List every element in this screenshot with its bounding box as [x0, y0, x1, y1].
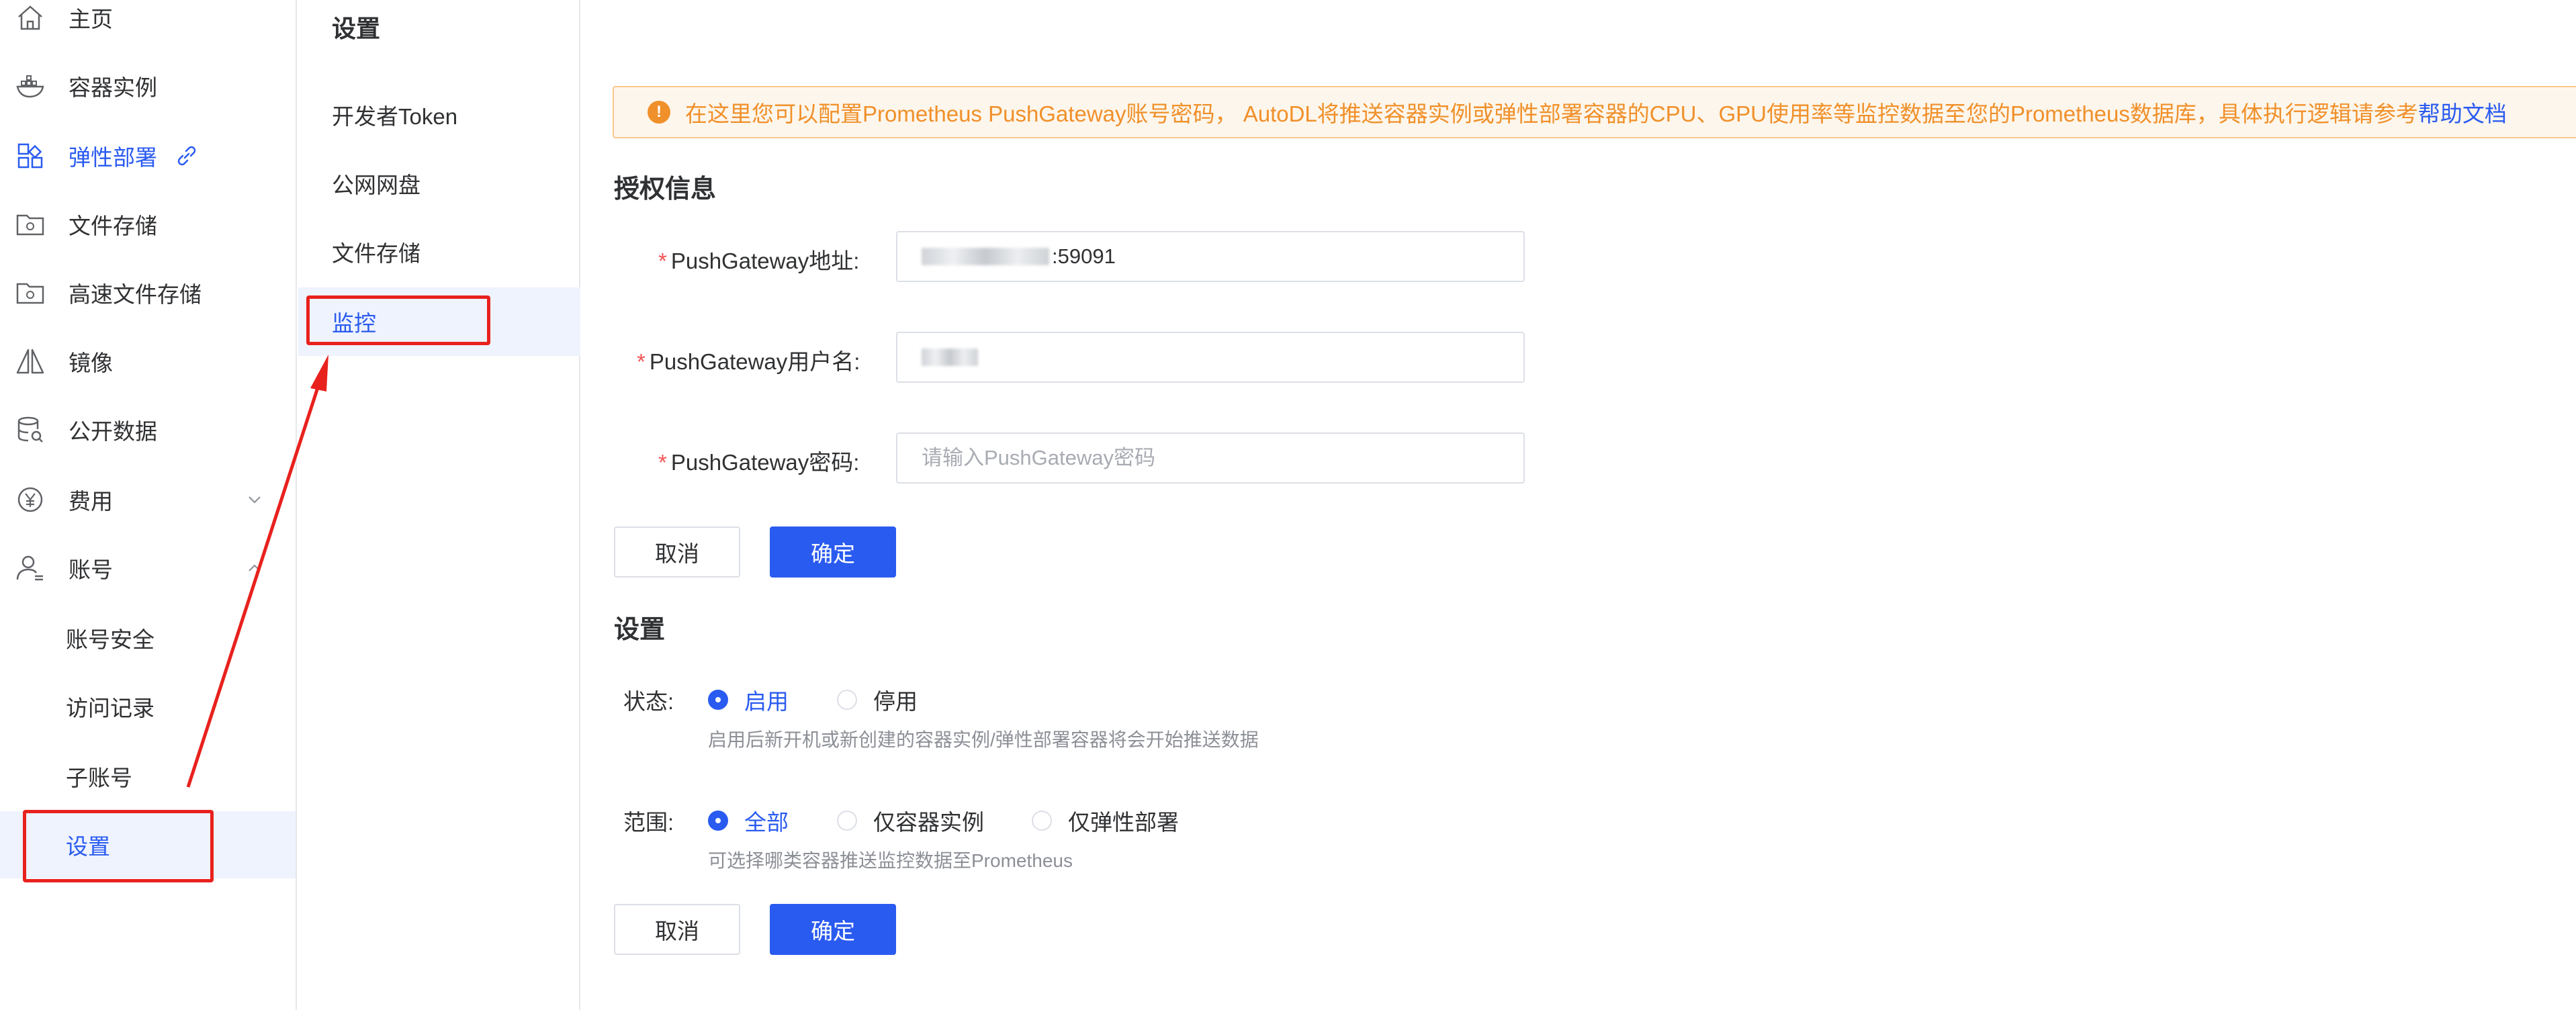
username-label: * PushGateway用户名:: [637, 349, 860, 374]
submenu-item-public-drive[interactable]: 公网网盘: [298, 149, 580, 218]
submenu-item-file-storage[interactable]: 文件存储: [298, 218, 580, 286]
link-icon[interactable]: [173, 142, 200, 169]
submenu-item-label: 文件存储: [332, 241, 420, 266]
sidebar-item-elastic-deploy[interactable]: 弹性部署: [0, 122, 296, 189]
chevron-down-icon: [249, 496, 261, 504]
home-icon: [13, 1, 47, 34]
sidebar-item-label: 公开数据: [69, 419, 157, 444]
status-disable-radio[interactable]: 停用: [837, 684, 918, 716]
sidebar-item-label: 容器实例: [69, 75, 157, 100]
auth-section-title: 授权信息: [614, 175, 717, 203]
address-label: * PushGateway地址:: [658, 248, 860, 273]
radio-dot: [708, 811, 728, 831]
yen-icon: [13, 483, 47, 516]
alert-text: 在这里您可以配置Prometheus PushGateway账号密码， Auto…: [685, 101, 2418, 126]
auth-confirm-button[interactable]: 确定: [770, 526, 896, 578]
submenu-item-label: 开发者Token: [332, 104, 458, 129]
info-alert: ! 在这里您可以配置Prometheus PushGateway账号密码， Au…: [613, 86, 2576, 138]
pushgateway-address-input[interactable]: :59091: [896, 231, 1525, 282]
mirror-icon: [13, 345, 47, 378]
scope-elastic-radio[interactable]: 仅弹性部署: [1032, 805, 1179, 837]
sidebar-item-label: 弹性部署: [69, 145, 157, 170]
settings-cancel-button[interactable]: 取消: [614, 904, 740, 955]
user-icon: [13, 551, 47, 585]
status-label: 状态:: [623, 689, 674, 714]
radio-dot: [1032, 811, 1052, 831]
sidebar-item-label: 费用: [69, 489, 113, 514]
sidebar-item-images[interactable]: 镜像: [0, 328, 296, 395]
radio-label: 仅弹性部署: [1068, 810, 1179, 835]
submenu-item-developer-token[interactable]: 开发者Token: [298, 81, 580, 149]
page-title: 设置: [332, 15, 381, 42]
radio-label: 启用: [744, 689, 789, 714]
sidebar-item-label: 文件存储: [69, 214, 157, 238]
settings-confirm-button[interactable]: 确定: [770, 904, 896, 955]
radio-label: 停用: [873, 689, 918, 714]
sidebar-item-label: 高速文件存储: [69, 282, 202, 307]
sidebar-item-label: 主页: [69, 7, 113, 32]
sidebar-item-containers[interactable]: 容器实例: [0, 52, 296, 120]
sidebar-item-account[interactable]: 账号: [0, 535, 296, 602]
radio-dot: [837, 811, 857, 831]
radio-dot: [837, 690, 857, 710]
password-label-text: PushGateway密码:: [670, 450, 860, 475]
submenu-item-label: 公网网盘: [332, 173, 420, 197]
radio-dot: [708, 690, 728, 710]
sidebar-subitem-label: 子账号: [66, 766, 132, 790]
storage-icon: [13, 208, 47, 241]
redacted-value: [922, 349, 978, 366]
sidebar-subitem-account-security[interactable]: 账号安全: [0, 604, 296, 672]
sidebar-subitem-access-log[interactable]: 访问记录: [0, 673, 296, 740]
radio-label: 全部: [744, 810, 789, 835]
scope-hint: 可选择哪类容器推送监控数据至Prometheus: [708, 850, 1073, 871]
sidebar-item-billing[interactable]: 费用: [0, 466, 296, 533]
sidebar-item-label: 镜像: [69, 351, 113, 375]
storage-icon: [13, 276, 47, 310]
status-hint: 启用后新开机或新创建的容器实例/弹性部署容器将会开始推送数据: [708, 729, 1259, 750]
pushgateway-password-input[interactable]: [896, 432, 1525, 484]
help-doc-link[interactable]: 帮助文档: [2418, 96, 2507, 128]
sidebar-item-public-data[interactable]: 公开数据: [0, 396, 296, 463]
sidebar-subitem-label: 访问记录: [66, 696, 154, 721]
sidebar-item-label: 账号: [69, 557, 113, 582]
apps-grid-icon: [13, 139, 47, 173]
address-label-text: PushGateway地址:: [670, 248, 860, 273]
pushgateway-username-input[interactable]: [896, 332, 1525, 383]
warning-icon: !: [648, 101, 670, 124]
sidebar-item-file-storage[interactable]: 文件存储: [0, 191, 296, 258]
scope-all-radio[interactable]: 全部: [708, 805, 789, 837]
settings-section-title: 设置: [614, 616, 666, 644]
username-label-text: PushGateway用户名:: [649, 349, 860, 374]
redacted-value: [922, 248, 1049, 265]
status-enable-radio[interactable]: 启用: [708, 684, 789, 716]
auth-cancel-button[interactable]: 取消: [614, 526, 740, 578]
scope-label: 范围:: [623, 810, 674, 835]
scope-containers-radio[interactable]: 仅容器实例: [837, 805, 984, 837]
chevron-up-icon: [249, 564, 261, 571]
annotation-box-monitoring: [306, 295, 490, 345]
container-icon: [13, 69, 47, 103]
sidebar-item-home[interactable]: 主页: [0, 0, 296, 51]
sidebar-item-fast-storage[interactable]: 高速文件存储: [0, 259, 296, 326]
database-icon: [13, 413, 47, 447]
sidebar-subitem-label: 账号安全: [66, 627, 154, 652]
sidebar-subitem-sub-accounts[interactable]: 子账号: [0, 743, 296, 810]
password-label: * PushGateway密码:: [658, 450, 860, 475]
annotation-box-settings: [23, 810, 214, 882]
radio-label: 仅容器实例: [873, 810, 984, 835]
address-value: :59091: [1052, 244, 1116, 268]
